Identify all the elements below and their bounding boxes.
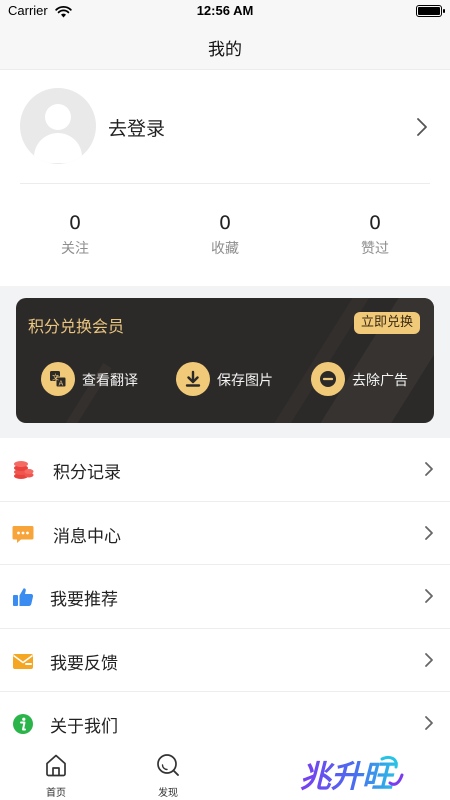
redeem-now-button[interactable]: 立即兑换 xyxy=(353,312,420,334)
brand-logo: 兆升旺 xyxy=(300,753,404,800)
stat-following[interactable]: 0 关注 xyxy=(0,212,150,258)
menu-item-label: 消息中心 xyxy=(53,526,121,547)
profile-section: 去登录 0 关注 0 收藏 0 赞过 xyxy=(0,70,450,286)
stat-label: 收藏 xyxy=(211,241,239,257)
page-title: 我的 xyxy=(208,40,242,60)
translate-icon: 文 A xyxy=(41,362,75,396)
download-icon xyxy=(176,362,210,396)
svg-text:兆升旺: 兆升旺 xyxy=(300,759,398,795)
nav-bar: 我的 xyxy=(0,24,450,70)
stat-liked[interactable]: 0 赞过 xyxy=(300,212,450,258)
menu-item-points-record[interactable]: 积分记录 xyxy=(0,438,450,502)
stat-favorites[interactable]: 0 收藏 xyxy=(150,212,300,258)
tab-discover[interactable]: 发现 xyxy=(143,752,193,799)
vip-card: 积分兑换会员 立即兑换 文 A 查看翻译 保存图片 去除广告 xyxy=(16,298,434,423)
tab-bar: 首页 发现 兆升旺 xyxy=(0,748,450,800)
menu-item-feedback[interactable]: 我要反馈 xyxy=(0,629,450,693)
feature-label: 查看翻译 xyxy=(82,373,138,389)
svg-text:A: A xyxy=(59,380,64,388)
menu-item-about-us[interactable]: 关于我们 xyxy=(0,692,450,756)
menu-item-label: 积分记录 xyxy=(53,463,121,483)
coins-icon xyxy=(12,459,34,481)
battery-icon xyxy=(416,5,445,17)
chevron-right-icon[interactable] xyxy=(416,117,428,141)
chevron-right-icon xyxy=(424,525,434,545)
tab-home[interactable]: 首页 xyxy=(31,752,81,799)
feature-label: 保存图片 xyxy=(217,373,273,389)
stat-value: 0 xyxy=(68,212,82,234)
chevron-right-icon xyxy=(424,652,434,672)
menu-item-recommend[interactable]: 我要推荐 xyxy=(0,565,450,629)
stat-label: 赞过 xyxy=(361,241,389,257)
stat-value: 0 xyxy=(218,212,232,234)
tab-label: 发现 xyxy=(158,788,178,799)
menu-list: 积分记录 消息中心 我要推荐 我要反馈 关于我们 xyxy=(0,438,450,756)
chevron-right-icon xyxy=(424,461,434,481)
menu-item-label: 关于我们 xyxy=(50,717,118,738)
divider xyxy=(20,183,430,184)
stat-label: 关注 xyxy=(61,241,89,257)
thumbs-up-icon xyxy=(12,586,34,608)
status-bar: Carrier 12:56 AM xyxy=(0,0,450,24)
tab-label: 首页 xyxy=(46,788,66,799)
chevron-right-icon xyxy=(424,588,434,608)
menu-item-label: 我要反馈 xyxy=(50,653,118,674)
home-icon xyxy=(31,752,81,782)
message-icon xyxy=(12,523,34,545)
feature-label: 去除广告 xyxy=(352,373,408,389)
minus-circle-icon xyxy=(311,362,345,396)
mail-icon xyxy=(12,650,34,672)
avatar[interactable] xyxy=(20,88,96,164)
clock: 12:56 AM xyxy=(196,3,254,18)
discover-icon xyxy=(143,752,193,782)
chevron-right-icon xyxy=(424,715,434,735)
info-icon xyxy=(12,713,34,735)
login-link[interactable]: 去登录 xyxy=(108,114,165,141)
vip-title: 积分兑换会员 xyxy=(28,317,125,336)
stat-value: 0 xyxy=(368,212,382,234)
menu-item-label: 我要推荐 xyxy=(50,590,118,611)
menu-item-message-center[interactable]: 消息中心 xyxy=(0,502,450,566)
